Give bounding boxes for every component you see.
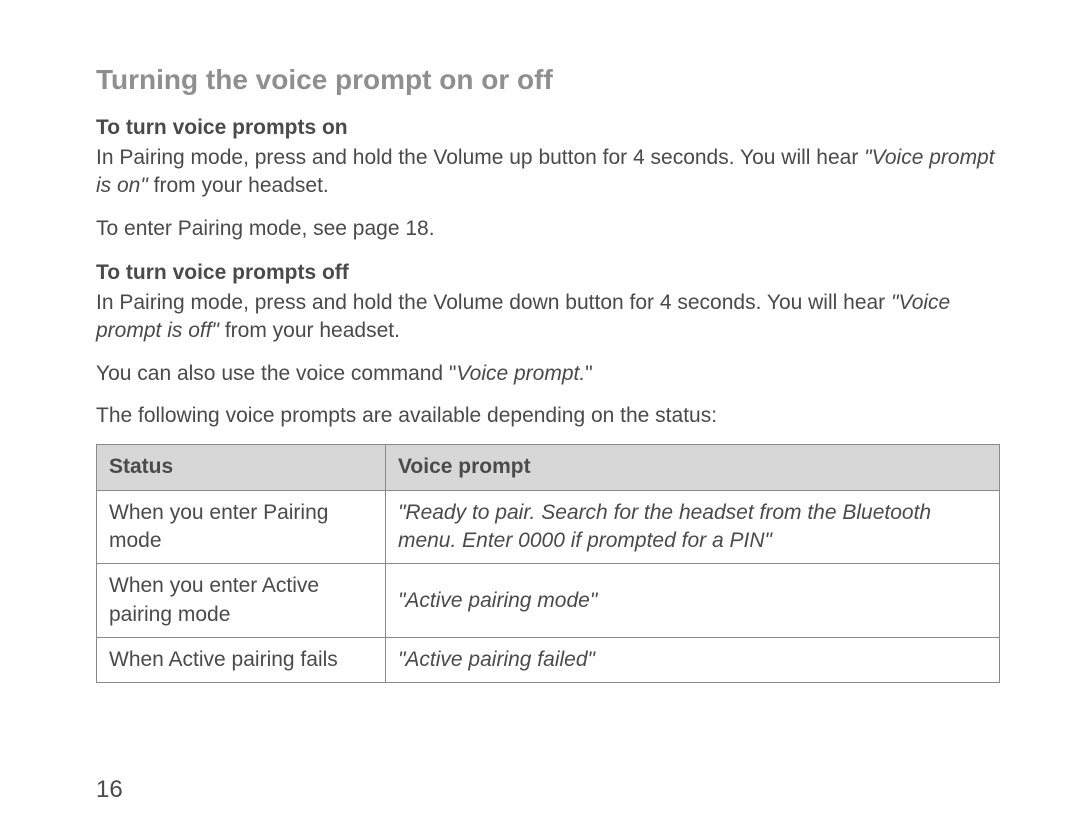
prompt-cell: "Ready to pair. Search for the headset f… bbox=[385, 490, 999, 564]
status-cell: When you enter Active pairing mode bbox=[97, 564, 386, 638]
text: In Pairing mode, press and hold the Volu… bbox=[96, 291, 891, 314]
manual-page: Turning the voice prompt on or off To tu… bbox=[0, 0, 1080, 723]
col-status-header: Status bbox=[97, 445, 386, 490]
table-header-row: Status Voice prompt bbox=[97, 445, 1000, 490]
page-number: 16 bbox=[96, 776, 123, 804]
subheading-on: To turn voice prompts on bbox=[96, 116, 1000, 140]
text: You can also use the voice command " bbox=[96, 362, 456, 385]
off-paragraph-3: The following voice prompts are availabl… bbox=[96, 402, 1000, 430]
quote-text: Voice prompt. bbox=[456, 362, 585, 385]
subheading-off: To turn voice prompts off bbox=[96, 261, 1000, 285]
on-paragraph-2: To enter Pairing mode, see page 18. bbox=[96, 215, 1000, 243]
off-paragraph-2: You can also use the voice command "Voic… bbox=[96, 360, 1000, 388]
col-prompt-header: Voice prompt bbox=[385, 445, 999, 490]
text: from your headset. bbox=[219, 319, 400, 342]
on-paragraph-1: In Pairing mode, press and hold the Volu… bbox=[96, 144, 1000, 201]
status-cell: When you enter Pairing mode bbox=[97, 490, 386, 564]
table-row: When Active pairing fails "Active pairin… bbox=[97, 638, 1000, 683]
voice-prompt-table: Status Voice prompt When you enter Pairi… bbox=[96, 444, 1000, 683]
off-paragraph-1: In Pairing mode, press and hold the Volu… bbox=[96, 289, 1000, 346]
text: from your headset. bbox=[148, 174, 329, 197]
prompt-cell: "Active pairing mode" bbox=[385, 564, 999, 638]
prompt-cell: "Active pairing failed" bbox=[385, 638, 999, 683]
text: " bbox=[585, 362, 592, 385]
table-row: When you enter Pairing mode "Ready to pa… bbox=[97, 490, 1000, 564]
status-cell: When Active pairing fails bbox=[97, 638, 386, 683]
text: In Pairing mode, press and hold the Volu… bbox=[96, 146, 864, 169]
table-row: When you enter Active pairing mode "Acti… bbox=[97, 564, 1000, 638]
section-title: Turning the voice prompt on or off bbox=[96, 64, 1000, 96]
